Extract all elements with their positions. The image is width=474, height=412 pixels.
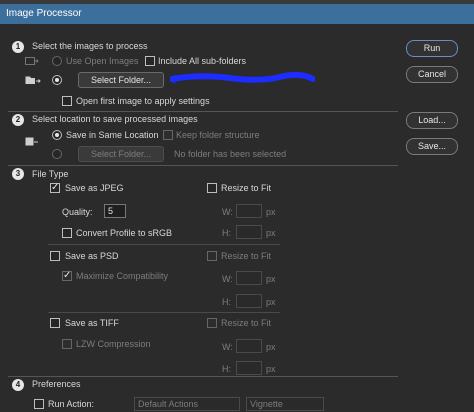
lzw-compression-label: LZW Compression — [76, 339, 151, 349]
jpeg-width-label: W: — [222, 207, 233, 217]
section-3-heading: File Type — [32, 169, 69, 179]
save-as-psd-checkbox[interactable] — [50, 251, 60, 261]
open-images-icon — [25, 57, 39, 66]
psd-resize-label: Resize to Fit — [221, 251, 272, 261]
divider — [8, 376, 398, 377]
tiff-height-label: H: — [222, 364, 231, 374]
title-bar: Image Processor — [0, 4, 474, 24]
psd-height-unit: px — [266, 297, 276, 307]
jpeg-height-unit: px — [266, 228, 276, 238]
run-action-label: Run Action: — [48, 399, 95, 409]
folder-icon — [25, 75, 41, 85]
save-as-psd-label: Save as PSD — [65, 251, 119, 261]
jpeg-width-input[interactable] — [236, 204, 262, 218]
tiff-width-input[interactable] — [236, 339, 262, 353]
save-as-tiff-checkbox[interactable] — [50, 318, 60, 328]
action-select[interactable]: Vignette (selection) — [246, 397, 324, 412]
select-folder-radio[interactable] — [52, 75, 62, 85]
open-first-image-label: Open first image to apply settings — [76, 96, 210, 106]
action-set-select[interactable]: Default Actions — [134, 397, 240, 411]
select-dest-folder-radio[interactable] — [52, 149, 62, 159]
tiff-resize-label: Resize to Fit — [221, 318, 272, 328]
quality-label: Quality: — [62, 207, 93, 217]
jpeg-width-unit: px — [266, 207, 276, 217]
divider — [48, 244, 280, 245]
save-as-jpeg-label: Save as JPEG — [65, 183, 124, 193]
select-source-folder-button[interactable]: Select Folder... — [78, 72, 164, 88]
tiff-resize-checkbox[interactable] — [207, 318, 217, 328]
run-button[interactable]: Run — [406, 40, 458, 57]
use-open-images-label: Use Open Images — [66, 56, 139, 66]
convert-profile-checkbox[interactable] — [62, 228, 72, 238]
save-location-icon — [25, 137, 39, 147]
psd-width-input[interactable] — [236, 271, 262, 285]
section-1-heading: Select the images to process — [32, 41, 148, 51]
psd-resize-checkbox[interactable] — [207, 251, 217, 261]
psd-height-input[interactable] — [236, 294, 262, 308]
section-4-number: 4 — [12, 379, 24, 391]
section-4-heading: Preferences — [32, 379, 81, 389]
redaction-scribble — [169, 70, 316, 86]
lzw-compression-checkbox[interactable] — [62, 339, 72, 349]
include-subfolders-checkbox[interactable] — [145, 56, 155, 66]
save-same-location-label: Save in Same Location — [66, 130, 159, 140]
tiff-height-unit: px — [266, 364, 276, 374]
jpeg-resize-checkbox[interactable] — [207, 183, 217, 193]
section-3-number: 3 — [12, 168, 24, 180]
maximize-compatibility-label: Maximize Compatibility — [76, 271, 169, 281]
divider — [8, 165, 398, 166]
save-button[interactable]: Save... — [406, 138, 458, 155]
section-2-heading: Select location to save processed images — [32, 114, 198, 124]
load-button[interactable]: Load... — [406, 112, 458, 129]
divider — [48, 312, 280, 313]
save-as-jpeg-checkbox[interactable] — [50, 182, 60, 193]
open-first-image-checkbox[interactable] — [62, 96, 72, 106]
psd-width-unit: px — [266, 274, 276, 284]
section-1-number: 1 — [12, 41, 24, 53]
keep-folder-structure-label: Keep folder structure — [176, 130, 260, 140]
tiff-width-unit: px — [266, 342, 276, 352]
tiff-height-input[interactable] — [236, 361, 262, 375]
save-as-tiff-label: Save as TIFF — [65, 318, 119, 328]
use-open-images-radio[interactable] — [52, 56, 62, 66]
maximize-compatibility-checkbox[interactable] — [62, 270, 72, 281]
psd-height-label: H: — [222, 297, 231, 307]
save-same-location-radio[interactable] — [52, 130, 62, 140]
divider — [8, 111, 398, 112]
jpeg-height-input[interactable] — [236, 225, 262, 239]
no-folder-selected-text: No folder has been selected — [174, 149, 287, 159]
tiff-width-label: W: — [222, 342, 233, 352]
run-action-checkbox[interactable] — [34, 399, 44, 409]
keep-folder-structure-checkbox[interactable] — [163, 130, 173, 140]
cancel-button[interactable]: Cancel — [406, 66, 458, 83]
include-subfolders-label: Include All sub-folders — [158, 56, 247, 66]
select-destination-folder-button[interactable]: Select Folder... — [78, 146, 164, 162]
convert-profile-label: Convert Profile to sRGB — [76, 228, 173, 238]
jpeg-height-label: H: — [222, 228, 231, 238]
psd-width-label: W: — [222, 274, 233, 284]
jpeg-resize-label: Resize to Fit — [221, 183, 272, 193]
section-2-number: 2 — [12, 114, 24, 126]
quality-input[interactable]: 5 — [104, 204, 126, 218]
